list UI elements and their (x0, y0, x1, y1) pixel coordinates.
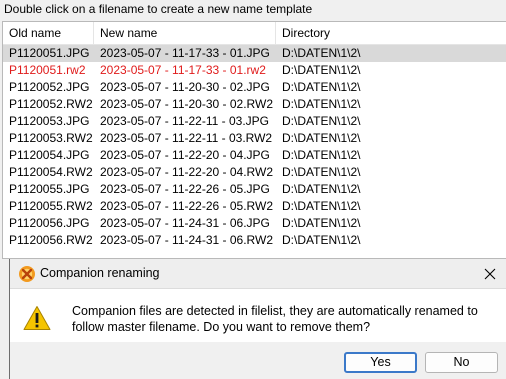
cell-new-name: 2023-05-07 - 11-17-33 - 01.rw2 (100, 63, 266, 77)
instruction-label: Double click on a filename to create a n… (0, 0, 506, 20)
cell-new-name: 2023-05-07 - 11-22-20 - 04.RW2 (100, 165, 273, 179)
cell-directory: D:\DATEN\1\2\ (282, 233, 361, 247)
cell-old-name: P1120054.JPG (9, 148, 90, 162)
cell-old-name: P1120056.RW2 (9, 233, 93, 247)
table-row[interactable]: P1120051.JPG 2023-05-07 - 11-17-33 - 01.J… (3, 45, 506, 62)
table-row[interactable]: P1120054.JPG 2023-05-07 - 11-22-20 - 04.J… (3, 147, 506, 164)
table-row[interactable]: P1120052.JPG 2023-05-07 - 11-20-30 - 02.J… (3, 79, 506, 96)
cell-new-name: 2023-05-07 - 11-17-33 - 01.JPG (100, 46, 270, 60)
cell-new-name: 2023-05-07 - 11-20-30 - 02.JPG (100, 80, 270, 94)
cell-directory: D:\DATEN\1\2\ (282, 80, 361, 94)
table-row[interactable]: P1120052.RW2 2023-05-07 - 11-20-30 - 02.R… (3, 96, 506, 113)
companion-renaming-dialog: Companion renaming Companion files are d… (9, 259, 506, 379)
cell-old-name: P1120051.rw2 (9, 63, 86, 77)
table-row[interactable]: P1120055.JPG 2023-05-07 - 11-22-26 - 05.J… (3, 181, 506, 198)
cell-old-name: P1120053.RW2 (9, 131, 93, 145)
table-row[interactable]: P1120056.JPG 2023-05-07 - 11-24-31 - 06.J… (3, 215, 506, 232)
cell-directory: D:\DATEN\1\2\ (282, 199, 361, 213)
cell-old-name: P1120055.RW2 (9, 199, 93, 213)
cell-new-name: 2023-05-07 - 11-24-31 - 06.RW2 (100, 233, 273, 247)
cell-old-name: P1120056.JPG (9, 216, 90, 230)
table-header: Old name New name Directory (3, 22, 506, 45)
xnview-icon (19, 266, 35, 282)
cell-old-name: P1120052.RW2 (9, 97, 93, 111)
cell-old-name: P1120054.RW2 (9, 165, 93, 179)
cell-old-name: P1120055.JPG (9, 182, 90, 196)
cell-new-name: 2023-05-07 - 11-24-31 - 06.JPG (100, 216, 270, 230)
cell-new-name: 2023-05-07 - 11-20-30 - 02.RW2 (100, 97, 273, 111)
table-row[interactable]: P1120055.RW2 2023-05-07 - 11-22-26 - 05.R… (3, 198, 506, 215)
column-header-new-name[interactable]: New name (94, 22, 276, 45)
close-button[interactable] (475, 259, 505, 289)
file-rename-table: Old name New name Directory P1120051.JPG… (2, 21, 506, 259)
dialog-title-bar: Companion renaming (10, 259, 506, 289)
dialog-message: Companion files are detected in filelist… (72, 304, 478, 334)
table-body: P1120051.JPG 2023-05-07 - 11-17-33 - 01.J… (3, 45, 506, 249)
cell-old-name: P1120053.JPG (9, 114, 90, 128)
column-header-old-name[interactable]: Old name (3, 22, 94, 45)
table-row[interactable]: P1120054.RW2 2023-05-07 - 11-22-20 - 04.R… (3, 164, 506, 181)
dialog-title: Companion renaming (40, 266, 160, 280)
cell-directory: D:\DATEN\1\2\ (282, 97, 361, 111)
column-header-directory[interactable]: Directory (276, 22, 506, 45)
cell-new-name: 2023-05-07 - 11-22-20 - 04.JPG (100, 148, 270, 162)
cell-new-name: 2023-05-07 - 11-22-26 - 05.RW2 (100, 199, 273, 213)
cell-directory: D:\DATEN\1\2\ (282, 148, 361, 162)
cell-directory: D:\DATEN\1\2\ (282, 216, 361, 230)
dialog-button-bar: Yes No (10, 342, 506, 379)
cell-directory: D:\DATEN\1\2\ (282, 63, 361, 77)
yes-button[interactable]: Yes (344, 352, 417, 373)
cell-directory: D:\DATEN\1\2\ (282, 182, 361, 196)
cell-new-name: 2023-05-07 - 11-22-26 - 05.JPG (100, 182, 270, 196)
cell-new-name: 2023-05-07 - 11-22-11 - 03.RW2 (100, 131, 273, 145)
table-row[interactable]: P1120051.rw2 2023-05-07 - 11-17-33 - 01.r… (3, 62, 506, 79)
cell-directory: D:\DATEN\1\2\ (282, 165, 361, 179)
no-button[interactable]: No (425, 352, 498, 373)
table-row[interactable]: P1120056.RW2 2023-05-07 - 11-24-31 - 06.R… (3, 232, 506, 249)
cell-old-name: P1120051.JPG (9, 46, 90, 60)
cell-directory: D:\DATEN\1\2\ (282, 131, 361, 145)
cell-old-name: P1120052.JPG (9, 80, 90, 94)
close-icon (484, 268, 496, 280)
cell-new-name: 2023-05-07 - 11-22-11 - 03.JPG (100, 114, 269, 128)
warning-icon (23, 306, 51, 330)
cell-directory: D:\DATEN\1\2\ (282, 114, 361, 128)
cell-directory: D:\DATEN\1\2\ (282, 46, 361, 60)
table-row[interactable]: P1120053.RW2 2023-05-07 - 11-22-11 - 03.R… (3, 130, 506, 147)
table-row[interactable]: P1120053.JPG 2023-05-07 - 11-22-11 - 03.J… (3, 113, 506, 130)
